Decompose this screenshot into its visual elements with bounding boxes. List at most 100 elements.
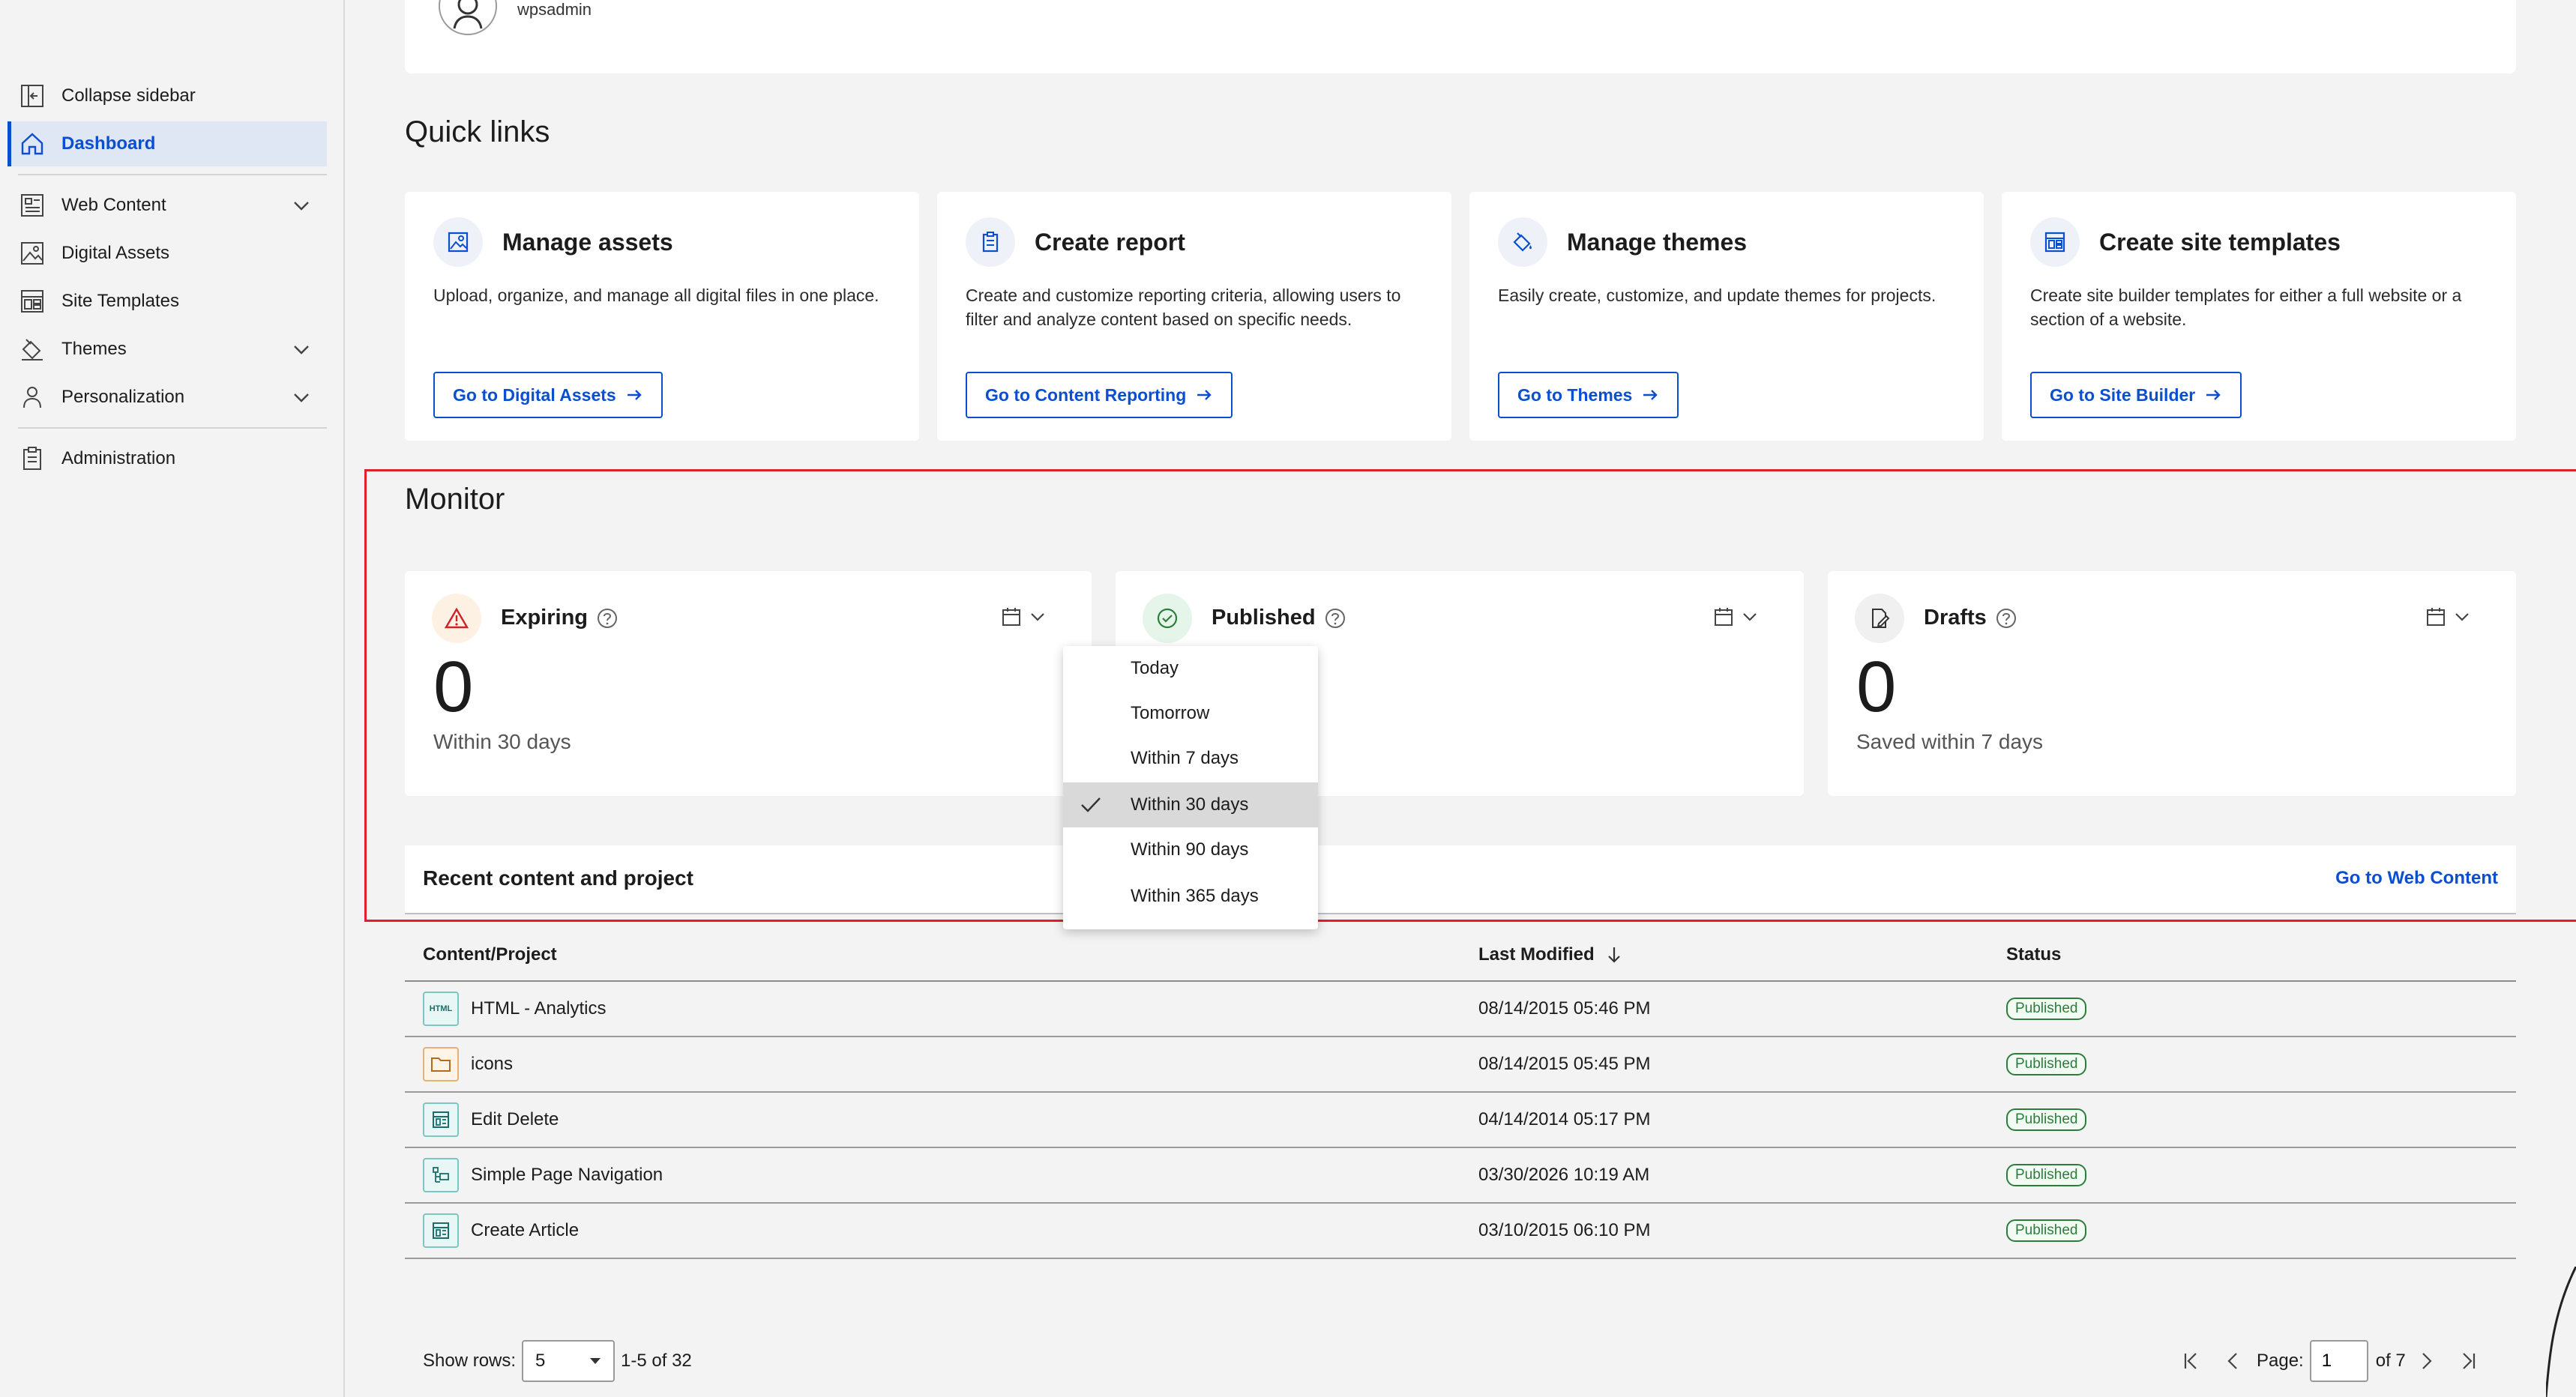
sidebar-item-administration[interactable]: Administration bbox=[7, 436, 327, 481]
card-title: Create site templates bbox=[2099, 228, 2341, 256]
monitor-card-expiring: Expiring 0 Within 30 days bbox=[405, 571, 1092, 796]
row-name[interactable]: Simple Page Navigation bbox=[471, 1165, 663, 1186]
template-icon bbox=[18, 287, 46, 316]
sidebar-item-digital-assets[interactable]: Digital Assets bbox=[7, 231, 327, 276]
button-label: Go to Content Reporting bbox=[985, 384, 1187, 405]
first-page-icon bbox=[2184, 1353, 2197, 1369]
card-description: Upload, organize, and manage all digital… bbox=[433, 286, 879, 305]
table-row[interactable]: Simple Page Navigation 03/30/2026 10:19 … bbox=[405, 1148, 2516, 1204]
caret-down-icon bbox=[590, 1358, 601, 1364]
column-header-status[interactable]: Status bbox=[2006, 944, 2061, 965]
calendar-icon bbox=[1715, 608, 1733, 626]
table-row[interactable]: Create Article 03/10/2015 06:10 PM Publi… bbox=[405, 1204, 2516, 1259]
home-icon bbox=[18, 130, 46, 158]
row-name[interactable]: icons bbox=[471, 1054, 513, 1075]
chevron-left-icon bbox=[2227, 1353, 2237, 1369]
check-circle-icon bbox=[1143, 594, 1192, 643]
total-pages: of 7 bbox=[2375, 1351, 2406, 1371]
sidebar-divider bbox=[18, 427, 327, 429]
range-option-365-days[interactable]: Within 365 days bbox=[1063, 874, 1318, 919]
row-modified: 04/14/2014 05:17 PM bbox=[1478, 1109, 1651, 1129]
sidebar-item-label: Dashboard bbox=[61, 133, 156, 154]
chevron-down-icon[interactable] bbox=[291, 195, 312, 216]
results-range: 1-5 of 32 bbox=[621, 1351, 692, 1371]
table-row[interactable]: icons 08/14/2015 05:45 PM Published bbox=[405, 1037, 2516, 1093]
row-name[interactable]: HTML - Analytics bbox=[471, 998, 606, 1019]
first-page-button[interactable] bbox=[2177, 1340, 2207, 1382]
date-range-dropdown[interactable] bbox=[2426, 607, 2471, 627]
go-to-content-reporting-button[interactable]: Go to Content Reporting bbox=[966, 372, 1233, 418]
range-option-today[interactable]: Today bbox=[1063, 646, 1318, 691]
help-icon[interactable] bbox=[597, 608, 618, 629]
avatar[interactable] bbox=[438, 0, 498, 37]
card-title: Published bbox=[1212, 606, 1346, 630]
next-page-button[interactable] bbox=[2412, 1340, 2442, 1382]
go-to-web-content-link[interactable]: Go to Web Content bbox=[2335, 868, 2498, 889]
chevron-right-icon bbox=[2422, 1353, 2432, 1369]
recent-content-title: Recent content and project bbox=[423, 866, 693, 890]
status-badge: Published bbox=[2006, 1108, 2087, 1131]
chevron-down-icon[interactable] bbox=[291, 339, 312, 360]
row-modified: 03/30/2026 10:19 AM bbox=[1478, 1165, 1650, 1185]
quick-link-card-manage-themes: Manage themes Easily create, customize, … bbox=[1469, 192, 1984, 441]
button-label: Go to Site Builder bbox=[2050, 384, 2196, 405]
arrow-right-icon bbox=[2206, 390, 2221, 400]
sidebar-item-site-templates[interactable]: Site Templates bbox=[7, 279, 327, 324]
go-to-site-builder-button[interactable]: Go to Site Builder bbox=[2030, 372, 2242, 418]
paint-bucket-icon bbox=[18, 335, 46, 363]
date-range-dropdown[interactable] bbox=[1002, 607, 1047, 627]
column-header-label: Last Modified bbox=[1478, 944, 1595, 965]
column-header-last-modified[interactable]: Last Modified bbox=[1478, 944, 1623, 965]
arrow-right-icon bbox=[1197, 390, 1212, 400]
status-badge: Published bbox=[2006, 1053, 2087, 1075]
row-name[interactable]: Create Article bbox=[471, 1220, 579, 1241]
sidebar-item-label: Administration bbox=[61, 448, 176, 468]
chevron-down-icon[interactable] bbox=[291, 387, 312, 408]
date-range-dropdown[interactable] bbox=[1714, 607, 1759, 627]
button-label: Go to Digital Assets bbox=[453, 384, 616, 405]
layout-icon bbox=[423, 1213, 459, 1248]
chevron-down-icon bbox=[2455, 613, 2469, 621]
collapse-sidebar-icon bbox=[18, 82, 46, 110]
date-range-menu: Today Tomorrow Within 7 days Within 30 d… bbox=[1063, 646, 1318, 929]
monitor-title: Monitor bbox=[405, 483, 505, 516]
page-number-input[interactable] bbox=[2309, 1340, 2368, 1382]
drafts-range-text: Saved within 7 days bbox=[1856, 730, 2044, 753]
arrow-right-icon bbox=[1643, 390, 1658, 400]
table-row[interactable]: HTML HTML - Analytics 08/14/2015 05:46 P… bbox=[405, 982, 2516, 1037]
rows-per-page-select[interactable]: 5 bbox=[522, 1340, 616, 1382]
previous-page-button[interactable] bbox=[2218, 1340, 2248, 1382]
row-modified: 08/14/2015 05:46 PM bbox=[1478, 998, 1651, 1019]
sidebar-item-web-content[interactable]: Web Content bbox=[7, 183, 327, 228]
user-icon bbox=[18, 383, 46, 411]
card-title-text: Published bbox=[1212, 606, 1316, 630]
range-option-90-days[interactable]: Within 90 days bbox=[1063, 827, 1318, 872]
card-title: Expiring bbox=[501, 606, 618, 630]
range-option-7-days[interactable]: Within 7 days bbox=[1063, 736, 1318, 781]
sidebar-item-dashboard[interactable]: Dashboard bbox=[7, 121, 327, 166]
sidebar-divider bbox=[18, 174, 327, 175]
table-row[interactable]: Edit Delete 04/14/2014 05:17 PM Publishe… bbox=[405, 1093, 2516, 1148]
image-icon bbox=[18, 239, 46, 268]
sidebar-item-label: Collapse sidebar bbox=[61, 85, 196, 106]
sidebar-item-label: Themes bbox=[61, 339, 127, 359]
row-name[interactable]: Edit Delete bbox=[471, 1109, 559, 1130]
range-option-30-days[interactable]: Within 30 days bbox=[1063, 782, 1318, 827]
column-header-content[interactable]: Content/Project bbox=[423, 944, 557, 965]
help-icon[interactable] bbox=[1996, 608, 2017, 629]
show-rows-label: Show rows: bbox=[423, 1351, 517, 1371]
card-title: Manage themes bbox=[1567, 228, 1748, 256]
help-icon[interactable] bbox=[1325, 608, 1346, 629]
sidebar-item-themes[interactable]: Themes bbox=[7, 327, 327, 372]
collapse-sidebar-button[interactable]: Collapse sidebar bbox=[7, 73, 327, 118]
last-page-button[interactable] bbox=[2452, 1340, 2482, 1382]
folder-icon bbox=[423, 1047, 459, 1081]
quick-link-card-create-report: Create report Create and customize repor… bbox=[937, 192, 1451, 441]
paint-bucket-icon bbox=[1498, 217, 1547, 267]
go-to-digital-assets-button[interactable]: Go to Digital Assets bbox=[433, 372, 663, 418]
sidebar-item-personalization[interactable]: Personalization bbox=[7, 375, 327, 420]
profile-card: wpsadmin bbox=[405, 0, 2516, 73]
go-to-themes-button[interactable]: Go to Themes bbox=[1498, 372, 1679, 418]
recent-content-header: Recent content and project Go to Web Con… bbox=[405, 845, 2516, 914]
range-option-tomorrow[interactable]: Tomorrow bbox=[1063, 691, 1318, 736]
